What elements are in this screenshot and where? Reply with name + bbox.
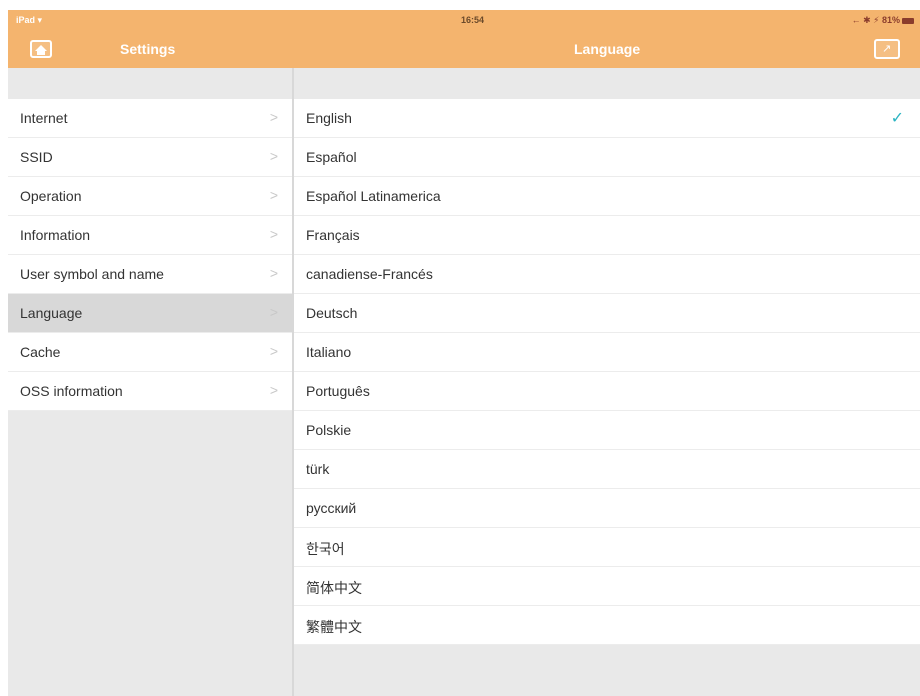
language-option[interactable]: 한국어 xyxy=(294,528,920,567)
language-label: Polskie xyxy=(306,422,352,438)
battery-icon xyxy=(902,17,914,24)
language-option[interactable]: Français xyxy=(294,216,920,255)
sidebar-item-label: Operation xyxy=(20,188,82,204)
language-label: Italiano xyxy=(306,344,352,360)
chevron-right-icon: > xyxy=(269,226,278,242)
settings-sidebar: Internet > SSID > Operation > Information > User… xyxy=(8,68,292,696)
language-label: Español xyxy=(306,149,357,165)
home-icon[interactable] xyxy=(30,40,52,58)
chevron-right-icon: > xyxy=(269,304,278,320)
language-label: canadiense-Francés xyxy=(306,266,433,282)
chevron-right-icon: > xyxy=(269,343,278,359)
language-option[interactable]: 繁體中文 xyxy=(294,606,920,645)
sidebar-item-label: SSID xyxy=(20,149,53,165)
language-label: Português xyxy=(306,383,370,399)
chevron-right-icon: > xyxy=(269,265,278,281)
language-option[interactable]: English ✓ xyxy=(294,99,920,138)
sidebar-item-internet[interactable]: Internet > xyxy=(8,99,292,138)
language-pane: English ✓ Español Español Latinamerica Franç… xyxy=(294,68,920,696)
language-option[interactable]: русский xyxy=(294,489,920,528)
language-option[interactable]: Español xyxy=(294,138,920,177)
language-label: 简体中文 xyxy=(306,580,362,596)
sidebar-item-oss-information[interactable]: OSS information > xyxy=(8,372,292,411)
language-label: 繁體中文 xyxy=(306,619,362,635)
language-label: Français xyxy=(306,227,360,243)
language-option[interactable]: Português xyxy=(294,372,920,411)
language-option[interactable]: Italiano xyxy=(294,333,920,372)
sidebar-item-label: Internet xyxy=(20,110,68,126)
status-device: iPad ▾ xyxy=(16,15,43,25)
language-label: русский xyxy=(306,500,357,516)
settings-title: Settings xyxy=(120,41,176,57)
language-label: Deutsch xyxy=(306,305,358,321)
wifi-icon: ▾ xyxy=(37,15,43,25)
sidebar-item-label: User symbol and name xyxy=(20,266,164,282)
language-label: English xyxy=(306,110,352,126)
language-title: Language xyxy=(574,41,641,57)
chevron-right-icon: > xyxy=(269,187,278,203)
language-label: türk xyxy=(306,461,330,477)
language-list: English ✓ Español Español Latinamerica Franç… xyxy=(294,99,920,645)
sidebar-item-ssid[interactable]: SSID > xyxy=(8,138,292,177)
language-option[interactable]: Polskie xyxy=(294,411,920,450)
sidebar-item-user-symbol-and-name[interactable]: User symbol and name > xyxy=(8,255,292,294)
chevron-right-icon: > xyxy=(269,148,278,164)
language-option[interactable]: Deutsch xyxy=(294,294,920,333)
checkmark-icon: ✓ xyxy=(890,110,904,127)
chevron-right-icon: > xyxy=(269,382,278,398)
sidebar-item-label: Cache xyxy=(20,344,61,360)
share-icon[interactable]: ↗ xyxy=(874,39,900,59)
language-label: 한국어 xyxy=(306,541,345,557)
sidebar-item-operation[interactable]: Operation > xyxy=(8,177,292,216)
language-option[interactable]: Español Latinamerica xyxy=(294,177,920,216)
chevron-right-icon: > xyxy=(269,109,278,125)
status-indicators: ← ✱ ⚡ 81% xyxy=(852,15,914,26)
sidebar-item-label: OSS information xyxy=(20,383,123,399)
language-header xyxy=(294,68,920,99)
status-time: 16:54 xyxy=(461,15,485,25)
sidebar-list: Internet > SSID > Operation > Information > User… xyxy=(8,99,292,411)
sidebar-item-cache[interactable]: Cache > xyxy=(8,333,292,372)
sidebar-item-language[interactable]: Language > xyxy=(8,294,292,333)
sidebar-header xyxy=(8,68,292,99)
sidebar-item-label: Language xyxy=(20,305,83,321)
sidebar-item-information[interactable]: Information > xyxy=(8,216,292,255)
nav-bar: iPad ▾ 16:54 ← ✱ ⚡ 81% Settings Language… xyxy=(8,10,920,68)
language-option[interactable]: türk xyxy=(294,450,920,489)
sidebar-item-label: Information xyxy=(20,227,91,243)
language-option[interactable]: 简体中文 xyxy=(294,567,920,606)
language-label: Español Latinamerica xyxy=(306,188,441,204)
language-option[interactable]: canadiense-Francés xyxy=(294,255,920,294)
